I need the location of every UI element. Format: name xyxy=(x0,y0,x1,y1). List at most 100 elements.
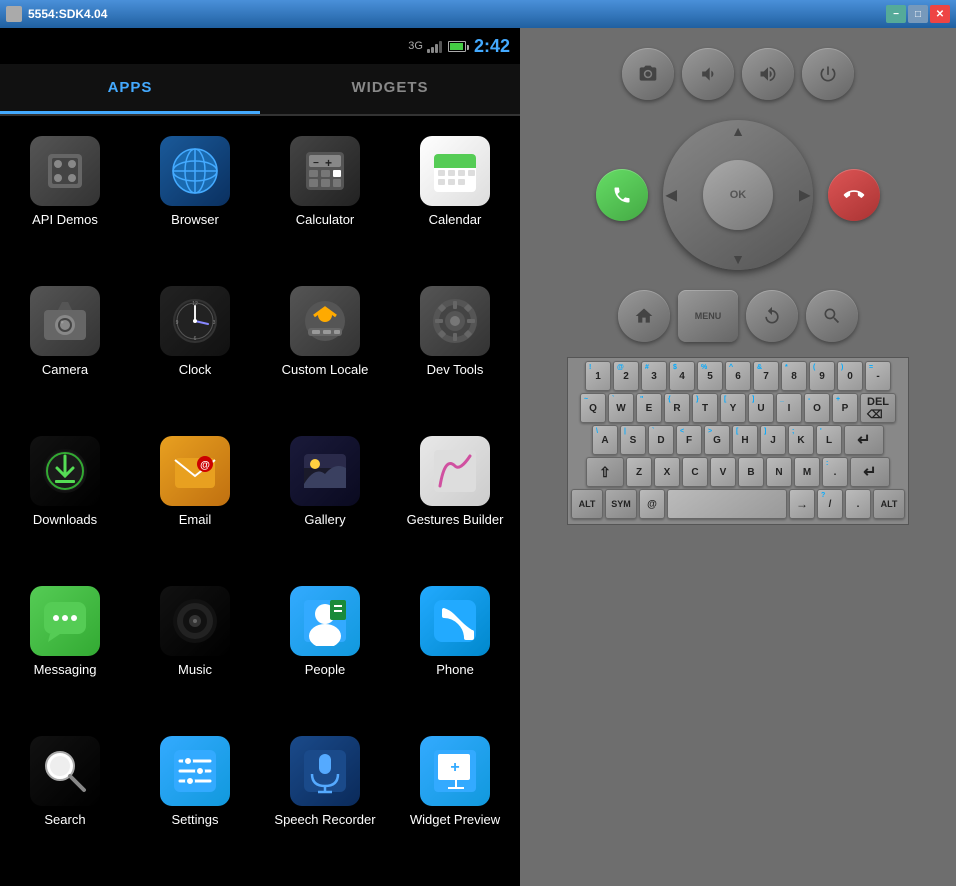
key-b[interactable]: B xyxy=(738,457,764,487)
key-f[interactable]: <F xyxy=(676,425,702,455)
key-7[interactable]: &7 xyxy=(753,361,779,391)
app-item-search[interactable]: Search xyxy=(0,726,130,876)
key-z[interactable]: Z xyxy=(626,457,652,487)
key-o[interactable]: -O xyxy=(804,393,830,423)
app-item-speech-recorder[interactable]: Speech Recorder xyxy=(260,726,390,876)
key-x[interactable]: X xyxy=(654,457,680,487)
key-slash[interactable]: ?/ xyxy=(817,489,843,519)
key-v[interactable]: V xyxy=(710,457,736,487)
key-p[interactable]: +P xyxy=(832,393,858,423)
key-a[interactable]: \A xyxy=(592,425,618,455)
dpad-up-button[interactable]: ▲ xyxy=(731,123,745,139)
app-item-downloads[interactable]: Downloads xyxy=(0,426,130,576)
dpad-down-button[interactable]: ▼ xyxy=(731,251,745,267)
signal-type: 3G xyxy=(408,40,423,52)
key-s[interactable]: |S xyxy=(620,425,646,455)
key-minus[interactable]: =- xyxy=(865,361,891,391)
key-r[interactable]: {R xyxy=(664,393,690,423)
key-j[interactable]: ]J xyxy=(760,425,786,455)
key-4[interactable]: $4 xyxy=(669,361,695,391)
key-alt-left[interactable]: ALT xyxy=(571,489,603,519)
search-ctrl-button[interactable] xyxy=(806,290,858,342)
key-enter[interactable]: ↵ xyxy=(844,425,884,455)
maximize-button[interactable]: □ xyxy=(908,5,928,23)
key-sym[interactable]: SYM xyxy=(605,489,637,519)
key-e[interactable]: "E xyxy=(636,393,662,423)
key-u[interactable]: ]U xyxy=(748,393,774,423)
dpad-left-button[interactable]: ◀ xyxy=(666,187,677,204)
key-c[interactable]: C xyxy=(682,457,708,487)
key-k[interactable]: ;K xyxy=(788,425,814,455)
app-item-camera[interactable]: Camera xyxy=(0,276,130,426)
key-h[interactable]: [H xyxy=(732,425,758,455)
key-shift[interactable]: ⇧ xyxy=(586,457,624,487)
app-item-api-demos[interactable]: API Demos xyxy=(0,126,130,276)
status-bar: 3G 2:42 xyxy=(0,28,520,64)
app-item-custom-locale[interactable]: Custom Locale xyxy=(260,276,390,426)
app-item-email[interactable]: @ Email xyxy=(130,426,260,576)
app-item-dev-tools[interactable]: Dev Tools xyxy=(390,276,520,426)
app-item-gestures-builder[interactable]: Gestures Builder xyxy=(390,426,520,576)
key-l[interactable]: 'L xyxy=(816,425,842,455)
clock-icon: 6 12 3 9 xyxy=(160,286,230,356)
power-button[interactable] xyxy=(802,48,854,100)
app-item-gallery[interactable]: Gallery xyxy=(260,426,390,576)
key-enter-2[interactable]: ↵ xyxy=(850,457,890,487)
app-item-clock[interactable]: 6 12 3 9 Clock xyxy=(130,276,260,426)
key-9[interactable]: (9 xyxy=(809,361,835,391)
key-2[interactable]: @2 xyxy=(613,361,639,391)
key-6[interactable]: ^6 xyxy=(725,361,751,391)
app-item-calculator[interactable]: − + Calculator xyxy=(260,126,390,276)
volume-up-button[interactable] xyxy=(742,48,794,100)
app-item-people[interactable]: People xyxy=(260,576,390,726)
key-g[interactable]: >G xyxy=(704,425,730,455)
app-item-music[interactable]: Music xyxy=(130,576,260,726)
home-button[interactable] xyxy=(618,290,670,342)
settings-icon xyxy=(160,736,230,806)
key-alt-right[interactable]: ALT xyxy=(873,489,905,519)
svg-text:+: + xyxy=(450,759,459,776)
key-1[interactable]: !1 xyxy=(585,361,611,391)
app-item-messaging[interactable]: Messaging xyxy=(0,576,130,726)
people-label: People xyxy=(305,662,345,678)
app-item-phone[interactable]: Phone xyxy=(390,576,520,726)
key-arrow-right[interactable]: → xyxy=(789,489,815,519)
camera-button[interactable] xyxy=(622,48,674,100)
messaging-label: Messaging xyxy=(34,662,97,678)
key-d[interactable]: `D xyxy=(648,425,674,455)
close-button[interactable]: ✕ xyxy=(930,5,950,23)
dpad-right-button[interactable]: ▶ xyxy=(799,187,810,204)
key-backspace[interactable]: DEL⌫ xyxy=(860,393,896,423)
volume-down-button[interactable] xyxy=(682,48,734,100)
key-n[interactable]: N xyxy=(766,457,792,487)
tab-widgets[interactable]: WIDGETS xyxy=(260,64,520,114)
key-3[interactable]: #3 xyxy=(641,361,667,391)
key-space[interactable] xyxy=(667,489,787,519)
key-i[interactable]: _I xyxy=(776,393,802,423)
dpad-center-button[interactable]: OK xyxy=(703,160,773,230)
key-0[interactable]: )0 xyxy=(837,361,863,391)
key-at[interactable]: @ xyxy=(639,489,665,519)
right-panel: ▲ ▼ ◀ ▶ OK MENU xyxy=(520,28,956,886)
key-w[interactable]: `W xyxy=(608,393,634,423)
key-period[interactable]: :. xyxy=(822,457,848,487)
app-item-browser[interactable]: Browser xyxy=(130,126,260,276)
call-button[interactable] xyxy=(596,169,648,221)
end-call-button[interactable] xyxy=(828,169,880,221)
key-m[interactable]: M xyxy=(794,457,820,487)
app-item-settings[interactable]: Settings xyxy=(130,726,260,876)
key-y[interactable]: [Y xyxy=(720,393,746,423)
key-t[interactable]: }T xyxy=(692,393,718,423)
back-button[interactable] xyxy=(746,290,798,342)
app-item-calendar[interactable]: Calendar xyxy=(390,126,520,276)
key-q[interactable]: ~Q xyxy=(580,393,606,423)
api-demos-icon xyxy=(30,136,100,206)
key-comma[interactable]: . xyxy=(845,489,871,519)
app-item-widget-preview[interactable]: + Widget Preview xyxy=(390,726,520,876)
key-8[interactable]: *8 xyxy=(781,361,807,391)
key-5[interactable]: %5 xyxy=(697,361,723,391)
tab-apps[interactable]: APPS xyxy=(0,64,260,114)
custom-locale-icon xyxy=(290,286,360,356)
menu-button[interactable]: MENU xyxy=(678,290,738,342)
minimize-button[interactable]: − xyxy=(886,5,906,23)
